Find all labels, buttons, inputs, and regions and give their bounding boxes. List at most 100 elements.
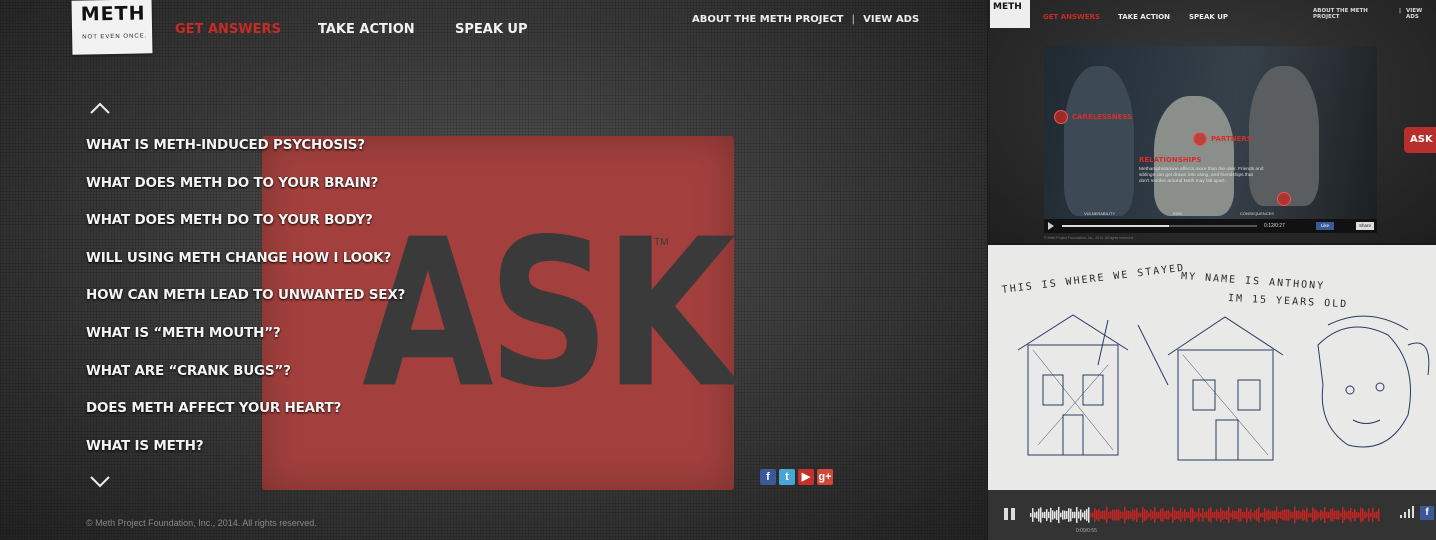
waveform-bar [1174, 510, 1176, 520]
play-icon[interactable] [1048, 222, 1054, 230]
waveform-bar [1228, 506, 1230, 524]
waveform-bar [1092, 512, 1094, 518]
ask-word: ASK [362, 196, 736, 434]
social-icons: f t ▶ g+ [760, 469, 833, 485]
audio-waveform[interactable] [1030, 500, 1380, 530]
about-link[interactable]: ABOUT THE METH PROJECT [692, 14, 843, 25]
scroll-up-arrow-icon[interactable] [88, 100, 112, 116]
waveform-bar [1350, 507, 1352, 523]
question-link[interactable]: HOW CAN METH LEAD TO UNWANTED SEX? [86, 287, 405, 325]
scroll-down-arrow-icon[interactable] [88, 474, 112, 490]
meth-logo-small[interactable]: METH [990, 0, 1030, 28]
waveform-bar [1376, 511, 1378, 519]
chapter-label[interactable]: CONSEQUENCES [1240, 211, 1274, 216]
about-link-small[interactable]: ABOUT THE METH PROJECT [1313, 8, 1394, 20]
question-link[interactable]: DOES METH AFFECT YOUR HEART? [86, 400, 405, 438]
nav-speak-up-small[interactable]: SPEAK UP [1189, 13, 1228, 21]
facebook-icon[interactable]: f [760, 469, 776, 485]
waveform-bar [1054, 511, 1056, 519]
question-link[interactable]: WHAT ARE “CRANK BUGS”? [86, 363, 405, 401]
nav-take-action-small[interactable]: TAKE ACTION [1118, 13, 1170, 21]
question-link[interactable]: WHAT IS METH-INDUCED PSYCHOSIS? [86, 137, 405, 175]
ask-tab[interactable]: ASK [1404, 127, 1436, 153]
chapter-label[interactable]: VULNERABILITY [1084, 211, 1115, 216]
facebook-like-button[interactable]: Like [1316, 222, 1334, 230]
waveform-bar [1378, 508, 1380, 522]
view-ads-link-small[interactable]: VIEW ADS [1406, 8, 1436, 20]
nav-get-answers-small[interactable]: GET ANSWERS [1043, 13, 1100, 21]
audio-time: 0:09/0:55 [1076, 528, 1097, 534]
hotspot-relationships[interactable] [1277, 192, 1291, 206]
view-ads-link[interactable]: VIEW ADS [863, 14, 919, 25]
waveform-bar [1168, 510, 1170, 520]
waveform-bar [1300, 511, 1302, 519]
waveform-bar [1180, 507, 1182, 523]
waveform-bar [1320, 509, 1322, 521]
hotspot-carelessness[interactable]: CARELESSNESS [1054, 110, 1132, 124]
link-separator-small: | [1399, 8, 1402, 14]
volume-icon[interactable] [1398, 504, 1418, 520]
waveform-bar [1114, 509, 1116, 521]
logo-word: METH [80, 2, 146, 26]
waveform-bar [1070, 508, 1072, 522]
meth-logo[interactable]: METH NOT EVEN ONCE. [71, 0, 153, 55]
twitter-icon[interactable]: t [779, 469, 795, 485]
nav-take-action[interactable]: TAKE ACTION [318, 22, 415, 37]
waveform-bar [1326, 511, 1328, 519]
waveform-bar [1152, 511, 1154, 519]
nav-get-answers[interactable]: GET ANSWERS [175, 22, 281, 37]
waveform-bar [1118, 509, 1120, 521]
waveform-bar [1202, 508, 1204, 522]
waveform-bar [1100, 511, 1102, 519]
pause-icon[interactable] [1004, 508, 1015, 520]
hotspot-partners[interactable]: PARTNERS [1193, 132, 1252, 146]
question-link[interactable]: WHAT DOES METH DO TO YOUR BODY? [86, 212, 405, 250]
waveform-bar [1216, 509, 1218, 521]
question-link[interactable]: WHAT DOES METH DO TO YOUR BRAIN? [86, 175, 405, 213]
waveform-bar [1170, 512, 1172, 518]
waveform-bar [1082, 512, 1084, 518]
waveform-bar [1162, 508, 1164, 522]
waveform-bar [1236, 511, 1238, 519]
facebook-icon[interactable]: f [1420, 506, 1434, 520]
video-progress-fill [1062, 225, 1170, 227]
waveform-bar [1072, 511, 1074, 519]
waveform-bar [1146, 510, 1148, 520]
waveform-bar [1302, 509, 1304, 521]
chapter-label[interactable]: RISK [1173, 211, 1182, 216]
video-player[interactable]: CARELESSNESS PARTNERS RELATIONSHIPS Meth… [1044, 46, 1377, 233]
share-button[interactable]: Share [1356, 222, 1374, 230]
waveform-bar [1044, 511, 1046, 519]
waveform-bar [1226, 510, 1228, 520]
waveform-bar [1316, 510, 1318, 520]
relationships-text: Methamphetamine affects more than the us… [1139, 167, 1264, 184]
waveform-bar [1158, 511, 1160, 519]
waveform-bar [1198, 508, 1200, 522]
question-link[interactable]: WHAT IS METH? [86, 438, 405, 476]
waveform-bar [1210, 507, 1212, 523]
waveform-bar [1176, 511, 1178, 519]
copyright-text-small: © Meth Project Foundation, Inc., 2014. A… [1044, 236, 1134, 240]
waveform-bar [1148, 512, 1150, 518]
waveform-bar [1356, 512, 1358, 518]
waveform-bar [1366, 512, 1368, 518]
waveform-bar [1368, 508, 1370, 522]
video-progress-track[interactable] [1062, 225, 1257, 227]
waveform-bar [1278, 511, 1280, 519]
waveform-bar [1268, 509, 1270, 521]
waveform-bar [1374, 512, 1376, 518]
waveform-bar [1352, 511, 1354, 519]
waveform-bar [1106, 506, 1108, 524]
waveform-bar [1080, 509, 1082, 521]
question-link[interactable]: WHAT IS “METH MOUTH”? [86, 325, 405, 363]
waveform-bar [1030, 513, 1032, 517]
waveform-bar [1166, 510, 1168, 520]
waveform-bar [1128, 510, 1130, 520]
nav-speak-up[interactable]: SPEAK UP [455, 22, 528, 37]
question-link[interactable]: WILL USING METH CHANGE HOW I LOOK? [86, 250, 405, 288]
waveform-bar [1220, 507, 1222, 523]
google-plus-icon[interactable]: g+ [817, 469, 833, 485]
youtube-icon[interactable]: ▶ [798, 469, 814, 485]
waveform-bar [1312, 507, 1314, 523]
waveform-bar [1286, 509, 1288, 521]
